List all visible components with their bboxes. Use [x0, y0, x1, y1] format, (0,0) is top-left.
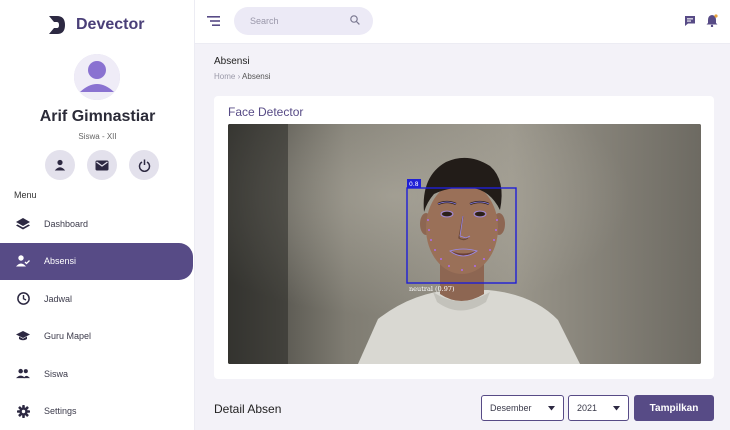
sidebar-item-label: Absensi	[44, 256, 77, 267]
quick-actions	[45, 150, 159, 180]
sidebar-item-settings[interactable]: Settings	[0, 393, 195, 430]
expression-label: neutral (0.97)	[409, 285, 455, 293]
messages-button[interactable]	[87, 150, 117, 180]
user-name: Arif Gimnastiar	[39, 108, 156, 125]
sidebar-item-label: Settings	[44, 406, 77, 417]
caret-down-icon	[613, 405, 620, 410]
camera-feed[interactable]: 0.8 neutral (0.97)	[228, 124, 701, 364]
sidebar-item-label: Siswa	[44, 368, 69, 379]
menu-toggle-icon[interactable]	[207, 14, 221, 28]
top-header	[195, 0, 730, 44]
sidebar-item-guru-mapel[interactable]: Guru Mapel	[0, 318, 195, 356]
sidebar-item-siswa[interactable]: Siswa	[0, 355, 195, 393]
year-select[interactable]: 2021	[568, 395, 629, 421]
users-icon	[16, 367, 30, 381]
show-button[interactable]: Tampilkan	[634, 395, 714, 421]
sidebar: Devector Arif Gimnastiar Siswa - XII Men…	[0, 0, 195, 430]
face-detector-card: Face Detector 0.8 neutral (0.97)	[214, 96, 714, 379]
devector-logo-icon	[48, 14, 66, 36]
month-select[interactable]: Desember	[481, 395, 564, 421]
detail-absen-title: Detail Absen	[214, 402, 282, 416]
caret-down-icon	[548, 405, 555, 410]
sidebar-item-dashboard[interactable]: Dashboard	[0, 205, 195, 243]
camera-frame: 0.8 neutral (0.97)	[228, 124, 701, 364]
clock-icon	[16, 292, 30, 306]
sidebar-item-label: Jadwal	[44, 293, 73, 304]
user-role: Siswa - XII	[78, 132, 117, 141]
search-icon[interactable]	[350, 12, 360, 30]
breadcrumb-current: Absensi	[242, 72, 271, 81]
breadcrumb-home[interactable]: Home	[214, 72, 235, 81]
chat-icon[interactable]	[684, 14, 696, 32]
profile-button[interactable]	[45, 150, 75, 180]
detection-score: 0.8	[409, 181, 419, 188]
search-input[interactable]	[250, 16, 350, 26]
mail-icon	[95, 160, 109, 170]
brand[interactable]: Devector	[48, 12, 144, 38]
menu-label: Menu	[14, 190, 37, 200]
avatar	[74, 54, 120, 100]
header-icons	[684, 14, 718, 32]
user-icon	[54, 159, 66, 171]
sidebar-item-absensi[interactable]: Absensi	[0, 242, 193, 280]
sidebar-nav: Dashboard Absensi Jadwal Guru Mapel Sisw…	[0, 205, 195, 430]
sidebar-item-label: Dashboard	[44, 218, 89, 229]
month-value: Desember	[490, 403, 532, 413]
sidebar-item-label: Guru Mapel	[44, 331, 92, 342]
card-title: Face Detector	[228, 105, 304, 119]
page-title: Absensi	[214, 56, 250, 67]
graduation-cap-icon	[16, 329, 30, 343]
search-box[interactable]	[234, 7, 373, 35]
sidebar-item-jadwal[interactable]: Jadwal	[0, 280, 195, 318]
brand-name: Devector	[76, 16, 145, 33]
power-icon	[138, 159, 150, 172]
bell-icon[interactable]	[706, 14, 718, 32]
logout-button[interactable]	[129, 150, 159, 180]
dashboard-icon	[16, 217, 30, 231]
gear-icon	[16, 404, 30, 418]
breadcrumb: Home › Absensi	[214, 72, 271, 81]
user-check-icon	[16, 254, 30, 268]
breadcrumb-separator: ›	[237, 72, 241, 81]
year-value: 2021	[577, 403, 598, 413]
